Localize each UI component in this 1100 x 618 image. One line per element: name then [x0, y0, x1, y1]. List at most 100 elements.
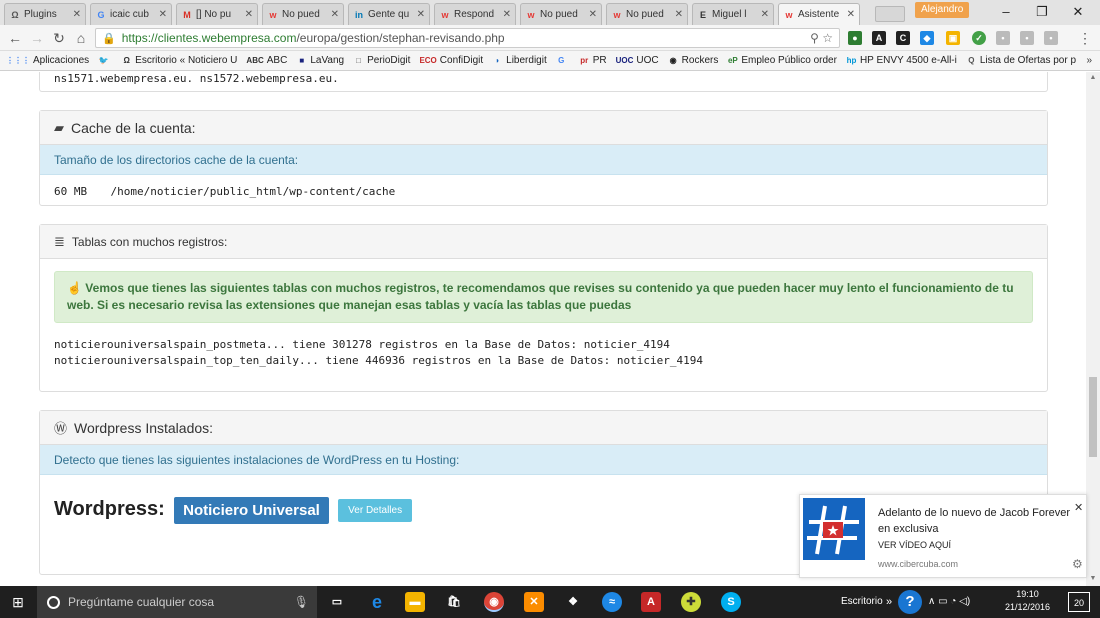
close-window-button[interactable]: ✕: [1062, 2, 1094, 22]
bookmark-item[interactable]: G: [556, 55, 570, 66]
wordpress-site-button[interactable]: Noticiero Universal: [174, 497, 329, 524]
close-tab-icon[interactable]: ✕: [589, 9, 597, 20]
close-tab-icon[interactable]: ✕: [73, 9, 81, 20]
view-details-button[interactable]: Ver Detalles: [338, 499, 413, 522]
bookmark-item[interactable]: ◗ Liberdigit: [492, 55, 547, 66]
browser-tab[interactable]: Ω Plugins ✕: [4, 3, 86, 25]
browser-tab[interactable]: w Respond ✕: [434, 3, 516, 25]
bookmark-item[interactable]: Q Lista de Ofertas por p: [966, 55, 1076, 66]
extension-icon[interactable]: ◆: [920, 31, 934, 45]
more-bookmarks-icon[interactable]: »: [1086, 55, 1092, 66]
bookmark-icon: ◉: [669, 56, 677, 65]
clock[interactable]: 19:10 21/12/2016: [1005, 588, 1050, 614]
bookmark-item[interactable]: ◉ Rockers: [668, 55, 719, 66]
gear-icon[interactable]: ⚙: [1072, 557, 1083, 571]
close-tab-icon[interactable]: ✕: [761, 9, 769, 20]
tab-label: icaic cub: [110, 9, 149, 20]
forward-icon[interactable]: →: [28, 29, 46, 47]
extension-icon[interactable]: ▣: [946, 31, 960, 45]
chrome-icon[interactable]: ◉: [484, 592, 504, 612]
taskbar-search[interactable]: Pregúntame cualquier cosa 🎙: [37, 586, 317, 618]
bookmark-item[interactable]: ECO ConfiDigit: [419, 55, 483, 66]
close-tab-icon[interactable]: ✕: [245, 9, 253, 20]
close-icon[interactable]: ✕: [1074, 501, 1083, 514]
bookmark-item[interactable]: 🐦: [98, 55, 112, 66]
bookmark-item[interactable]: □ PerioDigit: [353, 55, 410, 66]
push-notification[interactable]: Adelanto de lo nuevo de Jacob Forever en…: [799, 494, 1087, 578]
bookmark-item[interactable]: ABC ABC: [246, 55, 287, 66]
xampp-icon[interactable]: ✕: [524, 592, 544, 612]
browser-tab[interactable]: w No pued ✕: [262, 3, 344, 25]
browser-tab[interactable]: E Miguel l ✕: [692, 3, 774, 25]
task-view-icon[interactable]: ▭: [327, 592, 347, 612]
browser-tab[interactable]: w Asistente ✕: [778, 3, 860, 25]
clock-time: 19:10: [1016, 589, 1039, 599]
help-icon[interactable]: ?: [898, 590, 922, 614]
favicon-icon: in: [355, 9, 363, 20]
cache-row: 60 MB /home/noticier/public_html/wp-cont…: [40, 175, 1047, 207]
address-bar[interactable]: 🔒 https://clientes.webempresa.com /europ…: [95, 28, 840, 48]
bookmark-item[interactable]: Ω Escritorio « Noticiero U: [121, 55, 237, 66]
zoom-star-icons[interactable]: ⚲ ☆: [810, 31, 833, 45]
extension-icon[interactable]: ●: [848, 31, 862, 45]
extension-icon[interactable]: C: [896, 31, 910, 45]
acrobat-icon[interactable]: A: [641, 592, 661, 612]
browser-tab[interactable]: in Gente qu ✕: [348, 3, 430, 25]
browser-tab[interactable]: M [] No pu ✕: [176, 3, 258, 25]
bookmark-label: Rockers: [681, 55, 719, 66]
microphone-icon[interactable]: 🎙: [294, 595, 309, 609]
reload-icon[interactable]: ↻: [50, 29, 68, 47]
extension-icon[interactable]: •: [996, 31, 1010, 45]
tables-title: Tablas con muchos registros:: [71, 234, 228, 249]
bookmark-icon: pr: [580, 56, 589, 65]
file-explorer-icon[interactable]: ▬: [405, 592, 425, 612]
tab-label: Gente qu: [368, 9, 410, 20]
dropbox-icon[interactable]: ❖: [563, 592, 583, 612]
tab-label: Plugins: [24, 9, 57, 20]
tray-icons[interactable]: ∧ ▭ ◔ ◁): [928, 586, 970, 618]
bookmark-item[interactable]: pr PR: [579, 55, 606, 66]
scroll-up-icon[interactable]: ▲: [1089, 74, 1097, 81]
bookmark-item[interactable]: eP Empleo Público order: [727, 55, 837, 66]
favicon-icon: w: [269, 9, 277, 20]
skype-icon[interactable]: S: [721, 592, 741, 612]
scroll-down-icon[interactable]: ▼: [1089, 575, 1097, 582]
windows-start-icon[interactable]: ⊞: [0, 586, 36, 618]
desktop-label[interactable]: Escritorio: [841, 586, 883, 618]
search-placeholder: Pregúntame cualquier cosa: [68, 595, 215, 609]
close-tab-icon[interactable]: ✕: [503, 9, 511, 20]
extension-icon[interactable]: ✓: [972, 31, 986, 45]
minimize-button[interactable]: –: [990, 2, 1022, 22]
bookmark-item[interactable]: hp HP ENVY 4500 e-All-i: [846, 55, 957, 66]
extension-icon[interactable]: A: [872, 31, 886, 45]
new-tab-button[interactable]: [875, 6, 905, 22]
app-icon[interactable]: ≈: [602, 592, 622, 612]
tables-alert: ☝ Vemos que tienes las siguientes tablas…: [54, 271, 1033, 323]
close-tab-icon[interactable]: ✕: [331, 9, 339, 20]
notification-link[interactable]: VER VÍDEO AQUÍ: [878, 540, 951, 550]
browser-tab[interactable]: w No pued ✕: [520, 3, 602, 25]
back-icon[interactable]: ←: [6, 29, 24, 47]
browser-tab[interactable]: Gicaic cub ✕: [90, 3, 172, 25]
close-tab-icon[interactable]: ✕: [847, 9, 855, 20]
close-tab-icon[interactable]: ✕: [159, 9, 167, 20]
notification-center-icon[interactable]: 20: [1068, 592, 1090, 612]
bookmark-item[interactable]: ⋮⋮⋮ Aplicaciones: [6, 55, 89, 66]
scrollbar-thumb[interactable]: [1089, 377, 1097, 457]
close-tab-icon[interactable]: ✕: [417, 9, 425, 20]
store-icon[interactable]: 🛍: [444, 592, 464, 612]
bookmark-item[interactable]: ■ LaVang: [296, 55, 344, 66]
app-icon[interactable]: ✚: [681, 592, 701, 612]
maximize-button[interactable]: ❐: [1026, 2, 1058, 22]
extension-icon[interactable]: •: [1020, 31, 1034, 45]
menu-icon[interactable]: ⋮: [1076, 29, 1094, 47]
close-tab-icon[interactable]: ✕: [675, 9, 683, 20]
vertical-scrollbar[interactable]: ▲ ▼: [1086, 72, 1100, 586]
home-icon[interactable]: ⌂: [72, 29, 90, 47]
profile-button[interactable]: Alejandro: [915, 2, 970, 18]
bookmark-item[interactable]: UOC UOC: [616, 55, 659, 66]
chevron-icon[interactable]: »: [886, 586, 892, 618]
browser-tab[interactable]: w No pued ✕: [606, 3, 688, 25]
extension-icon[interactable]: •: [1044, 31, 1058, 45]
edge-icon[interactable]: e: [367, 592, 387, 612]
